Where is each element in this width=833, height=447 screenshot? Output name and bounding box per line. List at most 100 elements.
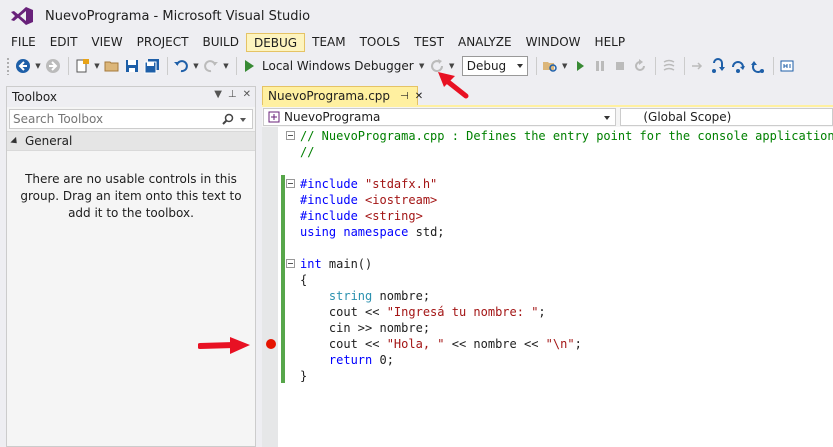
menu-project[interactable]: PROJECT — [130, 33, 196, 52]
find-in-files-icon — [542, 61, 557, 72]
back-dropdown-button[interactable]: ▼ — [34, 57, 42, 75]
red-arrow-annotation-icon — [198, 337, 250, 354]
start-debugger-button[interactable]: Local Windows Debugger — [241, 56, 418, 76]
toolbox-search-box — [9, 109, 253, 129]
breakpoint-icon[interactable] — [266, 339, 276, 349]
code-line-10: { — [300, 273, 308, 287]
code-line-7: using namespace std; — [300, 225, 445, 239]
find-in-files-button[interactable] — [541, 57, 559, 75]
redo-dropdown-button[interactable]: ▼ — [222, 57, 230, 75]
menu-window[interactable]: WINDOW — [519, 33, 588, 52]
show-threads-button[interactable] — [660, 57, 678, 75]
step-over-icon — [731, 60, 745, 73]
new-project-button[interactable] — [73, 57, 91, 75]
chevron-down-icon — [604, 116, 611, 120]
global-scope-value: (Global Scope) — [643, 110, 732, 124]
debugger-target-dropdown[interactable]: ▼ — [418, 57, 426, 75]
code-editor[interactable]: // NuevoPrograma.cpp : Defines the entry… — [262, 127, 833, 447]
indicator-margin[interactable] — [262, 127, 278, 447]
toolbar-separator — [683, 56, 685, 75]
red-arrow-annotation-icon — [438, 72, 469, 99]
undo-icon — [174, 59, 188, 72]
save-icon — [126, 59, 138, 72]
play-icon — [245, 59, 254, 72]
toolbox-search-input[interactable] — [13, 112, 213, 126]
find-dropdown-button[interactable]: ▼ — [561, 57, 569, 75]
step-over-button[interactable] — [729, 57, 747, 75]
undo-dropdown-button[interactable]: ▼ — [192, 57, 200, 75]
code-line-6: #include <string> — [300, 209, 423, 223]
stop-icon — [615, 61, 624, 70]
open-folder-icon — [104, 61, 119, 71]
continue-button[interactable] — [571, 57, 589, 75]
toolbox-group-label: General — [25, 134, 73, 148]
tab-nuevoprograma-cpp[interactable]: NuevoPrograma.cpp ⊣ ✕ — [262, 86, 423, 105]
code-line-14: cout << "Hola, " << nombre << "\n"; — [300, 337, 582, 351]
toolbox-group-general[interactable]: General — [7, 131, 255, 151]
code-line-15: return 0; — [328, 353, 394, 367]
code-text: // — [300, 145, 315, 159]
menu-edit[interactable]: EDIT — [43, 33, 85, 52]
save-all-button[interactable] — [143, 57, 161, 75]
menu-debug[interactable]: DEBUG — [245, 32, 306, 52]
menu-analyze[interactable]: ANALYZE — [451, 33, 519, 52]
pin-tab-icon[interactable]: ⊣ — [400, 91, 409, 102]
toolbar-grip[interactable] — [6, 56, 10, 75]
step-out-icon — [750, 60, 764, 73]
hex-icon — [780, 60, 794, 71]
toolbox-title: Toolbox — [12, 90, 57, 104]
toolbar-separator — [236, 56, 237, 75]
menu-build[interactable]: BUILD — [195, 33, 245, 52]
menu-file[interactable]: FILE — [4, 33, 43, 52]
redo-icon — [204, 59, 218, 72]
step-into-button[interactable] — [709, 57, 727, 75]
open-file-button[interactable] — [103, 57, 121, 75]
collapse-icon[interactable] — [286, 259, 295, 268]
code-line-1: // NuevoPrograma.cpp : Defines the entry… — [286, 128, 833, 144]
toolbox-panel: Toolbox ▼ ⊥ ✕ General There are no usabl… — [6, 86, 256, 447]
solution-configuration-select[interactable]: Debug — [461, 55, 528, 76]
search-options-dropdown-icon[interactable] — [240, 118, 246, 122]
hex-display-button[interactable] — [778, 57, 796, 75]
code-line-13: cin >> nombre; — [300, 321, 431, 335]
search-icon[interactable] — [222, 113, 234, 125]
tab-label: NuevoPrograma.cpp — [268, 89, 391, 103]
step-into-icon — [711, 57, 725, 73]
menu-test[interactable]: TEST — [407, 33, 451, 52]
save-button[interactable] — [123, 57, 141, 75]
code-line-4: #include "stdafx.h" — [286, 176, 437, 192]
global-scope-dropdown[interactable]: (Global Scope) — [620, 108, 833, 126]
pin-icon[interactable]: ⊥ — [228, 89, 237, 100]
show-next-statement-button[interactable] — [689, 57, 707, 75]
menu-tools[interactable]: TOOLS — [353, 33, 408, 52]
restart-button[interactable] — [631, 57, 649, 75]
collapse-icon[interactable] — [286, 131, 295, 140]
menu-team[interactable]: TEAM — [305, 33, 352, 52]
code-line-12: cout << "Ingresá tu nombre: "; — [300, 305, 546, 319]
toolbar-separator — [68, 56, 69, 75]
navigate-back-button[interactable] — [14, 57, 32, 75]
cpp-project-icon — [268, 111, 280, 123]
dropdown-icon[interactable]: ▼ — [214, 89, 222, 100]
close-tab-icon[interactable]: ✕ — [415, 91, 423, 102]
standard-toolbar: ▼ ▼ ▼ ▼ Local Windows Debugger ▼ ▼ Debug… — [0, 53, 833, 78]
menu-help[interactable]: HELP — [588, 33, 633, 52]
redo-button[interactable] — [202, 57, 220, 75]
menu-view[interactable]: VIEW — [84, 33, 129, 52]
navigate-forward-button[interactable] — [44, 57, 62, 75]
undo-button[interactable] — [172, 57, 190, 75]
restart-icon — [634, 58, 645, 71]
project-scope-dropdown[interactable]: NuevoPrograma — [263, 108, 617, 126]
close-icon[interactable]: ✕ — [243, 89, 251, 100]
step-out-button[interactable] — [749, 57, 767, 75]
stop-debugging-button[interactable] — [611, 57, 629, 75]
toolbar-separator — [772, 56, 774, 75]
forward-arrow-icon — [46, 58, 60, 73]
collapse-icon[interactable] — [286, 179, 295, 188]
threads-icon — [663, 59, 675, 71]
break-all-button[interactable] — [591, 57, 609, 75]
code-line-9: int main() — [286, 256, 372, 272]
new-dropdown-button[interactable]: ▼ — [93, 57, 101, 75]
toolbar-separator — [535, 56, 537, 75]
code-line-16: } — [300, 369, 308, 383]
